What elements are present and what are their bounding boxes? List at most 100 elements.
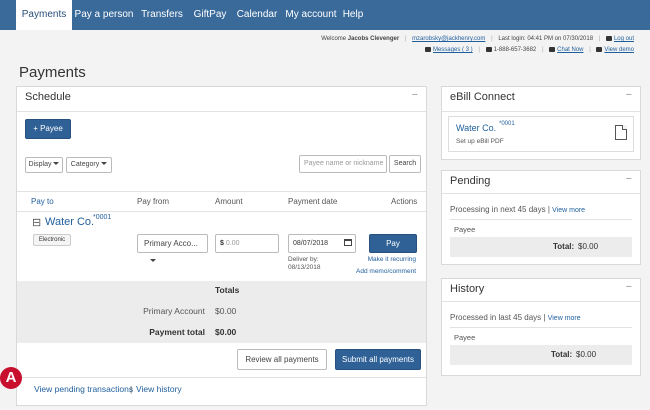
utility-bar-row2: Messages ( 3 ) | 1-888-657-3682 | Chat N… — [424, 47, 634, 53]
history-panel: History − Processed in last 45 days | Vi… — [441, 278, 641, 376]
user-name: Jacobs Clevenger — [347, 36, 400, 42]
ebill-panel: eBill Connect − Water Co. *0001 Set up e… — [441, 86, 641, 160]
ebill-setup-text: Set up eBill PDF — [456, 138, 504, 145]
pending-total-value: $0.00 — [578, 242, 599, 251]
ebill-minimize-button[interactable]: − — [626, 89, 632, 101]
page-title: Payments — [19, 64, 86, 81]
nav-help[interactable]: Help — [340, 0, 366, 30]
ebill-title: eBill Connect — [450, 91, 515, 103]
caret-down-icon — [150, 259, 156, 262]
calendar-icon[interactable] — [344, 239, 352, 246]
category-label: Category — [70, 161, 100, 168]
nav-giftpay[interactable]: GiftPay — [188, 0, 232, 30]
history-subtitle-text: Processed in last 45 days — [450, 313, 542, 322]
nav-transfers[interactable]: Transfers — [136, 0, 188, 30]
history-total-row — [450, 345, 632, 365]
divider — [17, 111, 426, 112]
history-minimize-button[interactable]: − — [626, 281, 632, 293]
view-history-link[interactable]: View history — [136, 384, 182, 394]
pending-total-label: Total: — [553, 242, 575, 251]
payee-name[interactable]: Water Co. — [45, 216, 94, 228]
deliver-date: 08/13/2018 — [288, 264, 321, 271]
divider — [442, 111, 640, 112]
callout-a-marker: A — [0, 367, 22, 389]
pending-subtitle: Processing in next 45 days | View more — [450, 205, 586, 214]
col-actions: Actions — [391, 197, 418, 206]
logout-icon — [605, 36, 612, 41]
divider — [450, 327, 632, 328]
payment-total-value: $0.00 — [215, 327, 237, 337]
nav-calendar[interactable]: Calendar — [232, 0, 282, 30]
review-all-button[interactable]: Review all payments — [237, 349, 327, 370]
search-button[interactable]: Search — [389, 155, 421, 173]
pending-view-more-link[interactable]: View more — [552, 207, 585, 214]
col-pay-to[interactable]: Pay to — [31, 197, 54, 206]
amount-input[interactable]: $ 0.00 — [215, 234, 279, 253]
history-view-more-link[interactable]: View more — [548, 315, 581, 322]
nav-payments[interactable]: Payments — [16, 0, 72, 30]
chat-icon — [549, 47, 556, 52]
payee-search-input[interactable]: Payee name or nickname — [299, 155, 387, 173]
history-total-value: $0.00 — [576, 350, 597, 359]
nav-my-account[interactable]: My account — [282, 0, 340, 30]
pending-subtitle-text: Processing in next 45 days — [450, 205, 546, 214]
schedule-title: Schedule — [25, 91, 71, 103]
demo-icon — [596, 47, 603, 52]
pdf-icon[interactable] — [615, 125, 627, 140]
ebill-payee-name[interactable]: Water Co. — [456, 123, 496, 133]
amount-placeholder: 0.00 — [225, 240, 240, 247]
phone-icon — [485, 47, 492, 52]
email-link[interactable]: mzarobsky@jackhenry.com — [412, 36, 485, 42]
add-memo-link[interactable]: Add memo/comment — [356, 268, 416, 275]
deliver-label: Deliver by: — [288, 256, 319, 263]
link-divider: | — [130, 384, 133, 394]
col-amount: Amount — [215, 197, 243, 206]
divider — [17, 191, 426, 192]
logout-link[interactable]: Log out — [614, 36, 634, 42]
nav-pay-a-person[interactable]: Pay a person — [72, 0, 136, 30]
pending-minimize-button[interactable]: − — [626, 173, 632, 185]
divider — [450, 219, 632, 220]
add-payee-button[interactable]: + Payee — [25, 119, 71, 139]
view-pending-link[interactable]: View pending transactions — [34, 384, 133, 394]
envelope-icon — [424, 47, 431, 52]
history-total-label: Total: — [551, 350, 573, 359]
schedule-minimize-button[interactable]: − — [412, 89, 418, 101]
history-title: History — [450, 283, 485, 295]
divider — [17, 377, 426, 378]
payment-total-label: Payment total — [149, 327, 205, 337]
category-dropdown[interactable]: Category — [66, 157, 112, 173]
messages-link[interactable]: Messages ( 3 ) — [433, 47, 473, 53]
col-payment-date: Payment date — [288, 197, 338, 206]
ebill-card[interactable]: Water Co. *0001 Set up eBill PDF — [448, 116, 634, 152]
pending-title: Pending — [450, 175, 491, 187]
amount-symbol: $ — [220, 240, 224, 247]
pay-from-select[interactable]: Primary Acco... — [137, 234, 208, 262]
primary-account-value: $0.00 — [215, 306, 237, 316]
display-dropdown[interactable]: Display — [25, 157, 63, 173]
divider — [442, 301, 640, 302]
col-pay-from: Pay from — [137, 197, 170, 206]
history-subtitle: Processed in last 45 days | View more — [450, 313, 581, 322]
phone-number: 1-888-657-3682 — [493, 47, 537, 53]
schedule-panel: Schedule − + Payee Display Category Paye… — [16, 86, 427, 406]
pay-from-value: Primary Acco... — [144, 239, 198, 248]
collapse-icon[interactable]: ⊟ — [32, 216, 41, 229]
welcome-prefix: Welcome — [321, 36, 347, 42]
chat-link[interactable]: Chat Now — [557, 47, 583, 53]
top-nav: Payments Pay a person Transfers GiftPay … — [0, 0, 650, 30]
caret-down-icon — [53, 162, 60, 165]
utility-bar-row1: Welcome Jacobs Clevenger | mzarobsky@jac… — [321, 36, 634, 42]
submit-all-button[interactable]: Submit all payments — [335, 349, 421, 370]
demo-link[interactable]: View demo — [604, 47, 634, 53]
totals-title: Totals — [215, 285, 240, 295]
last-login: Last login: 04:41 PM on 07/30/2018 — [498, 36, 594, 42]
primary-account-label: Primary Account — [143, 306, 205, 316]
ebill-account: *0001 — [499, 121, 515, 127]
pending-total-row — [450, 237, 632, 257]
divider — [442, 193, 640, 194]
pending-column-payee: Payee — [454, 225, 476, 234]
make-recurring-link[interactable]: Make it recurring — [368, 256, 416, 263]
pay-button[interactable]: Pay — [369, 234, 417, 253]
divider — [17, 211, 426, 212]
